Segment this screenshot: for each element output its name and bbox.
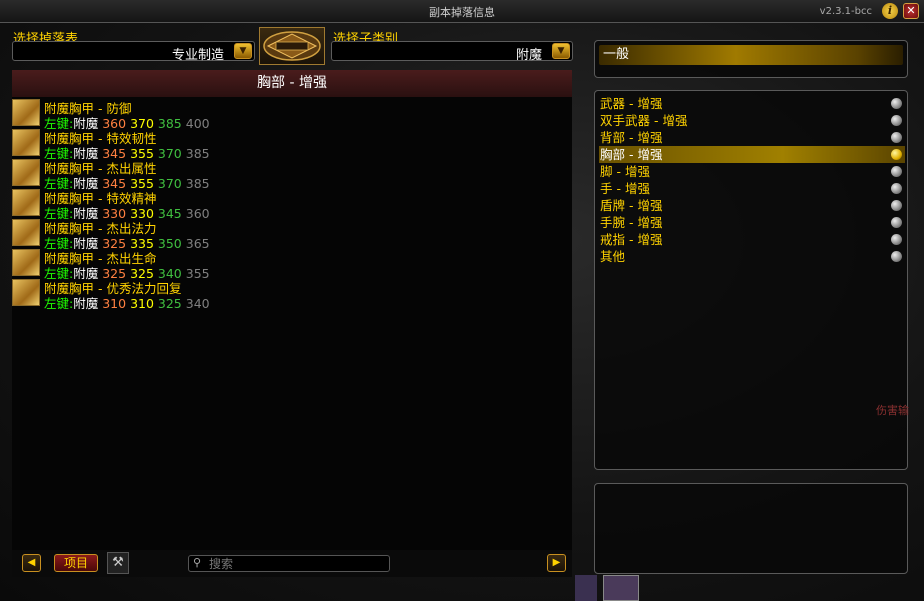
scroll-icon bbox=[12, 249, 40, 276]
next-page-button[interactable]: ▶ bbox=[547, 554, 566, 572]
scroll-icon bbox=[12, 219, 40, 246]
title-bar: 副本掉落信息 v2.3.1-bcc i ✕ bbox=[0, 0, 924, 23]
warcraft-logo bbox=[259, 27, 325, 65]
rank-gray: 340 bbox=[185, 296, 210, 311]
version-label: v2.3.1-bcc bbox=[819, 6, 872, 17]
radio-icon bbox=[891, 98, 902, 109]
skill-name: 附魔 bbox=[73, 296, 99, 311]
radio-icon bbox=[891, 132, 902, 143]
list-item[interactable]: 附魔胸甲 - 特效精神 左键:附魔 330 330 345 360 bbox=[12, 188, 572, 221]
loot-list-panel: 胸部 - 增强 附魔胸甲 - 防御 左键:附魔 360 370 385 400 … bbox=[12, 70, 572, 550]
rank-orange: 310 bbox=[102, 296, 127, 311]
list-item[interactable]: 附魔胸甲 - 防御 左键:附魔 360 370 385 400 bbox=[12, 98, 572, 131]
list-item[interactable]: 附魔胸甲 - 优秀法力回复 左键:附魔 310 310 325 340 bbox=[12, 278, 572, 311]
left-click-label: 左键: bbox=[44, 296, 74, 311]
general-panel: 一般 bbox=[594, 40, 908, 78]
radio-icon bbox=[891, 183, 902, 194]
chevron-down-icon[interactable]: ▼ bbox=[552, 43, 570, 59]
radio-icon bbox=[891, 166, 902, 177]
category-item[interactable]: 戒指 - 增强 bbox=[599, 231, 905, 248]
list-item[interactable]: 附魔胸甲 - 杰出属性 左键:附魔 345 355 370 385 bbox=[12, 158, 572, 191]
item-requirement: 左键:附魔 310 310 325 340 bbox=[44, 293, 210, 312]
description-panel bbox=[594, 483, 908, 574]
radio-icon bbox=[891, 115, 902, 126]
general-header[interactable]: 一般 bbox=[599, 45, 903, 65]
close-icon[interactable]: ✕ bbox=[903, 3, 919, 19]
category-item[interactable]: 盾牌 - 增强 bbox=[599, 197, 905, 214]
radio-selected-icon bbox=[891, 149, 902, 160]
drop-table-dropdown[interactable]: 专业制造 ▼ bbox=[12, 41, 255, 63]
bottom-bar: ◀ 项目 ⚒ ⚲ ▶ bbox=[12, 550, 572, 577]
radio-icon bbox=[891, 200, 902, 211]
category-list: 武器 - 增强 双手武器 - 增强 背部 - 增强 胸部 - 增强 脚 - 增强… bbox=[594, 90, 908, 470]
scroll-icon bbox=[12, 279, 40, 306]
category-label: 武器 - 增强 bbox=[600, 96, 663, 111]
category-label: 盾牌 - 增强 bbox=[600, 198, 663, 213]
search-box[interactable]: ⚲ bbox=[188, 555, 390, 572]
items-button[interactable]: 项目 bbox=[54, 554, 98, 572]
info-icon[interactable]: i bbox=[882, 3, 898, 19]
rank-green: 325 bbox=[157, 296, 182, 311]
rank-yellow: 310 bbox=[130, 296, 154, 311]
category-label: 脚 - 增强 bbox=[600, 164, 650, 179]
category-item[interactable]: 脚 - 增强 bbox=[599, 163, 905, 180]
radio-icon bbox=[891, 251, 902, 262]
category-label: 手 - 增强 bbox=[600, 181, 650, 196]
drop-table-value: 专业制造 bbox=[171, 48, 224, 63]
category-label: 背部 - 增强 bbox=[600, 130, 663, 145]
category-item[interactable]: 手 - 增强 bbox=[599, 180, 905, 197]
background-text: 伤害输 bbox=[876, 404, 909, 417]
window-title: 副本掉落信息 bbox=[429, 6, 495, 19]
scroll-icon bbox=[12, 189, 40, 216]
list-item[interactable]: 附魔胸甲 - 杰出生命 左键:附魔 325 325 340 355 bbox=[12, 248, 572, 281]
chevron-down-icon[interactable]: ▼ bbox=[234, 43, 252, 59]
subcategory-dropdown[interactable]: 附魔 ▼ bbox=[331, 41, 573, 63]
category-item[interactable]: 手腕 - 增强 bbox=[599, 214, 905, 231]
portrait-icon bbox=[603, 575, 639, 601]
scroll-icon bbox=[12, 129, 40, 156]
radio-icon bbox=[891, 217, 902, 228]
search-icon: ⚲ bbox=[193, 556, 202, 569]
subcategory-value: 附魔 bbox=[515, 48, 542, 63]
radio-icon bbox=[891, 234, 902, 245]
prev-page-button[interactable]: ◀ bbox=[22, 554, 41, 572]
portrait-icon bbox=[575, 575, 597, 601]
search-input[interactable] bbox=[209, 556, 379, 571]
scroll-icon bbox=[12, 99, 40, 126]
category-label: 手腕 - 增强 bbox=[600, 215, 663, 230]
category-item[interactable]: 双手武器 - 增强 bbox=[599, 112, 905, 129]
list-item[interactable]: 附魔胸甲 - 特效韧性 左键:附魔 345 355 370 385 bbox=[12, 128, 572, 161]
list-item[interactable]: 附魔胸甲 - 杰出法力 左键:附魔 325 335 350 365 bbox=[12, 218, 572, 251]
category-label: 胸部 - 增强 bbox=[600, 147, 663, 162]
category-label: 戒指 - 增强 bbox=[600, 232, 663, 247]
category-item[interactable]: 武器 - 增强 bbox=[599, 95, 905, 112]
list-title: 胸部 - 增强 bbox=[12, 70, 572, 97]
category-item-selected[interactable]: 胸部 - 增强 bbox=[599, 146, 905, 163]
category-label: 其他 bbox=[600, 249, 626, 264]
category-item[interactable]: 其他 bbox=[599, 248, 905, 265]
scroll-icon bbox=[12, 159, 40, 186]
category-label: 双手武器 - 增强 bbox=[600, 113, 688, 128]
wrench-icon[interactable]: ⚒ bbox=[107, 552, 129, 574]
category-item[interactable]: 背部 - 增强 bbox=[599, 129, 905, 146]
